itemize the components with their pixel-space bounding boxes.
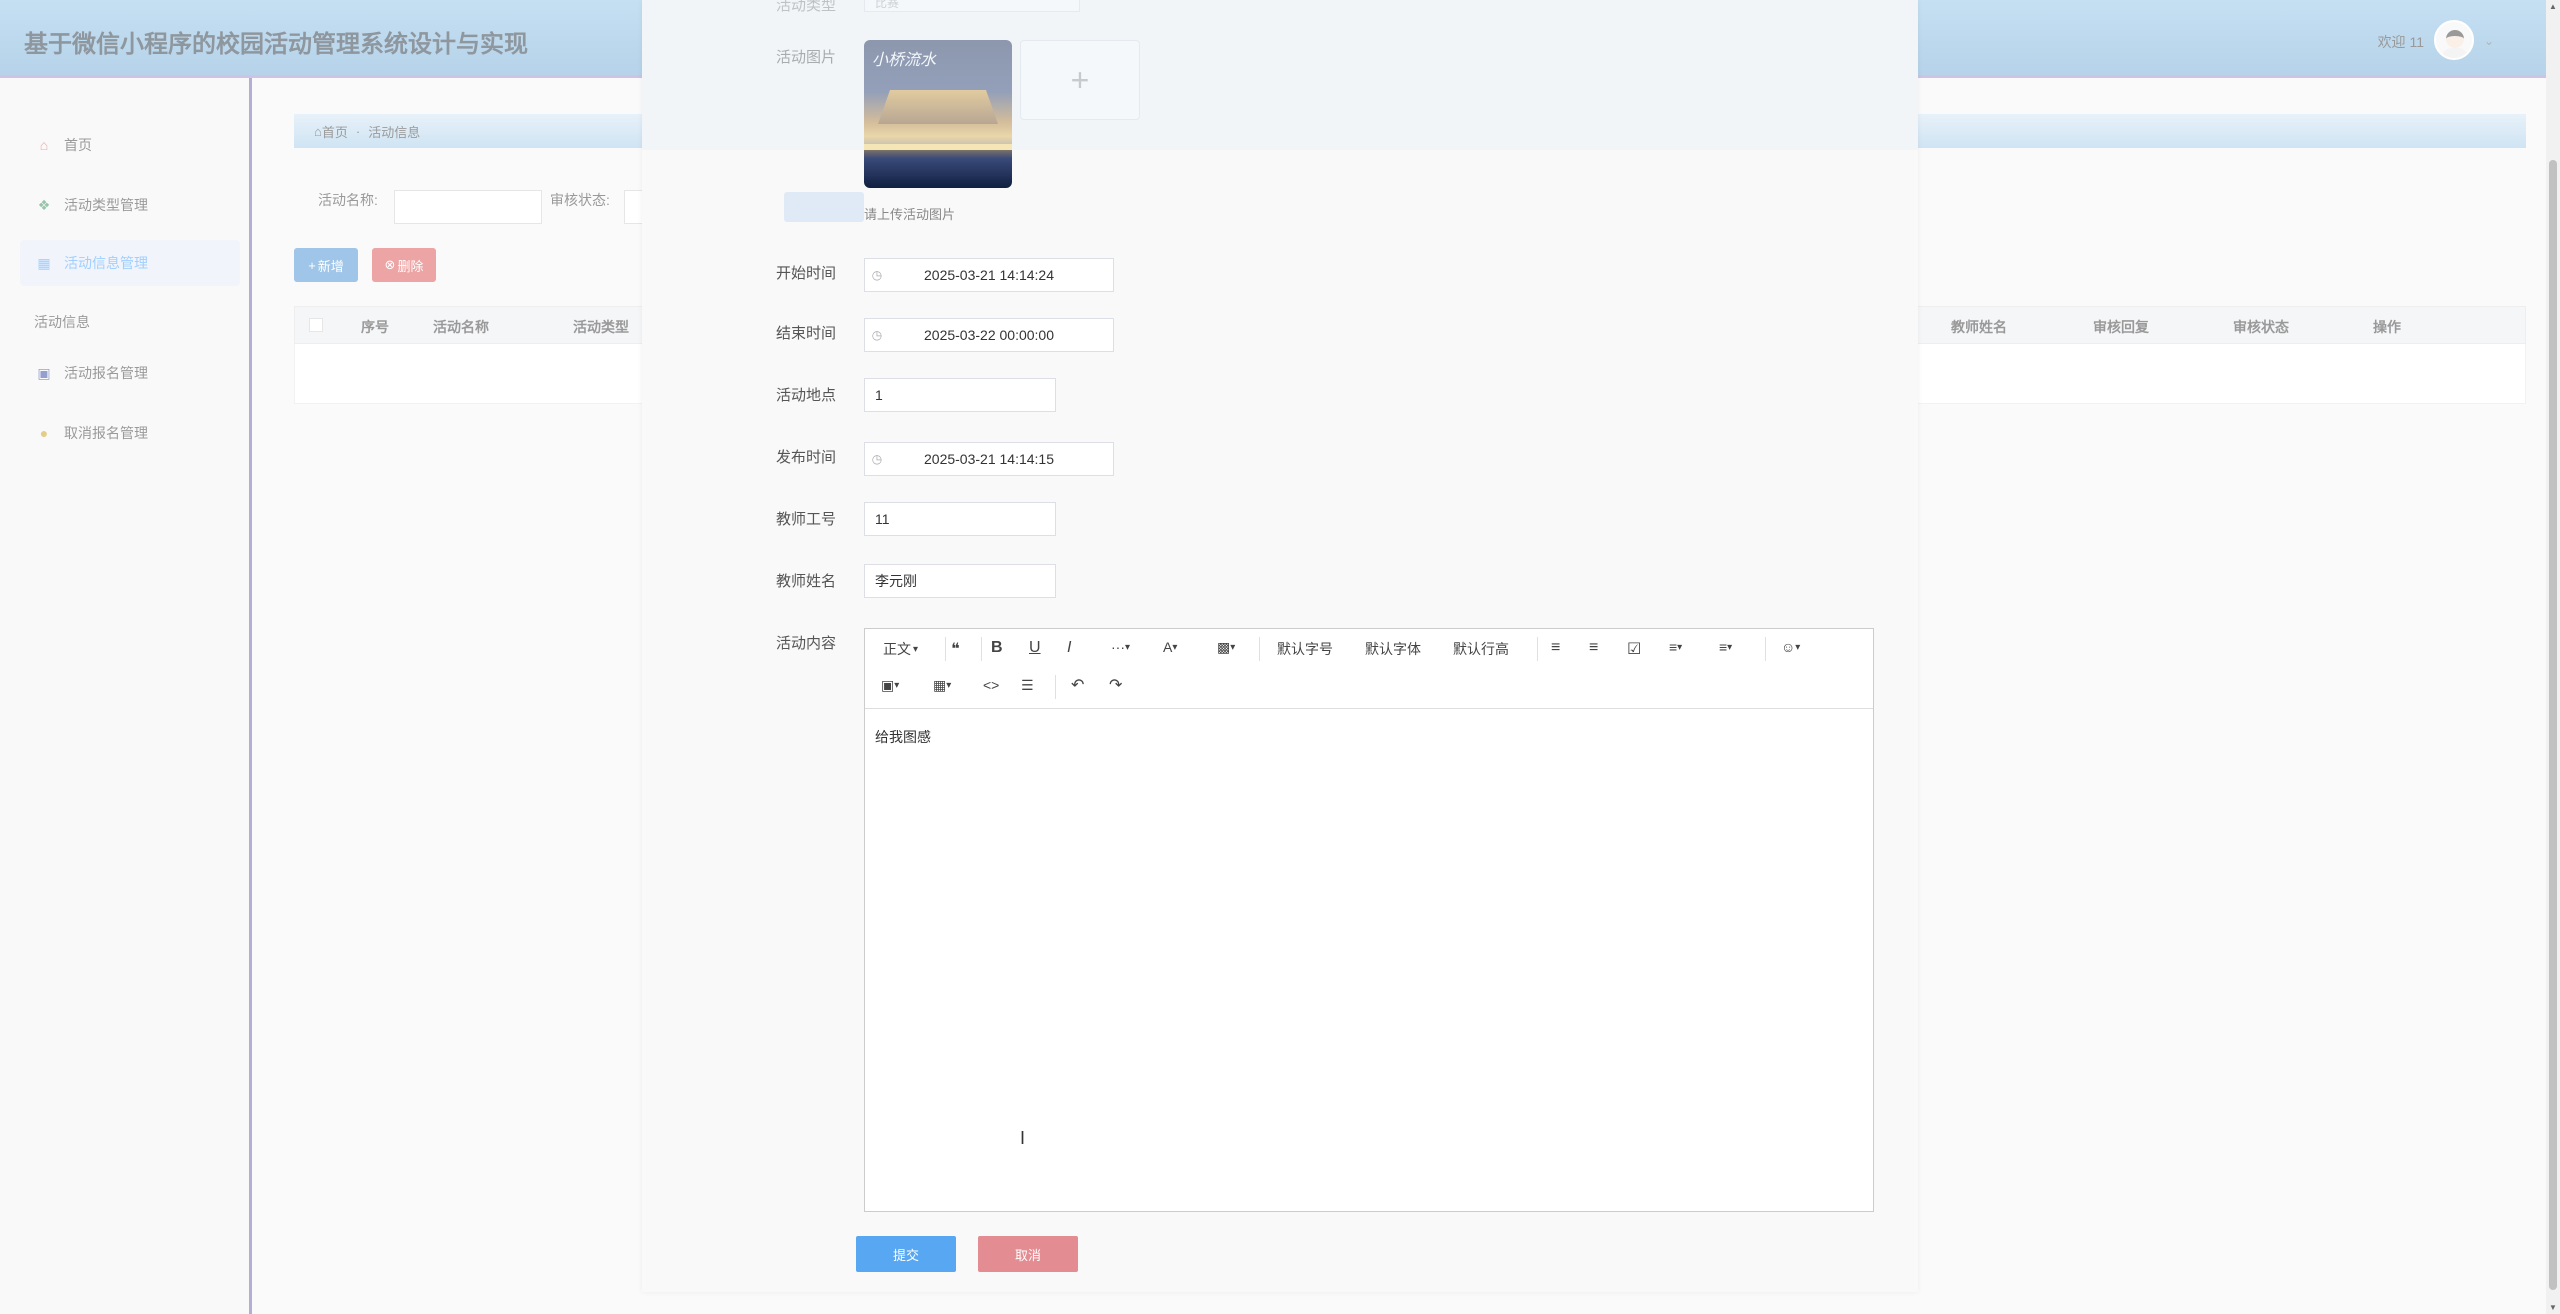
scrollbar-thumb[interactable] — [2549, 160, 2557, 1290]
edit-dialog: 活动类型 比赛 活动图片 小桥流水 + 请上传活动图片 开始时间 ◷ 2025-… — [642, 0, 1918, 1292]
location-input[interactable]: 1 — [864, 378, 1056, 412]
clock-icon: ◷ — [871, 268, 883, 282]
toolbar-divider — [1259, 637, 1260, 661]
content-label: 活动内容 — [776, 635, 837, 652]
publish-time-picker[interactable]: ◷ 2025-03-21 14:14:15 — [864, 442, 1114, 476]
activity-image-thumbnail[interactable]: 小桥流水 — [864, 40, 1012, 188]
scroll-up-icon[interactable]: ▲ — [2549, 2, 2557, 11]
publish-time-label: 发布时间 — [776, 449, 837, 466]
table-icon[interactable]: ▦ ▾ — [933, 677, 951, 694]
rich-text-editor: 正文 ▾ ❝ B U I ··· ▾ A ▾ ▩ ▾ 默认字号 默认字体 默认行高 ≡ … — [864, 628, 1874, 1212]
font-family-dropdown[interactable]: 默认字体 — [1365, 639, 1421, 659]
image-building — [878, 90, 998, 124]
code-icon[interactable]: <> — [983, 677, 999, 693]
divider-icon[interactable]: ☰ — [1021, 677, 1034, 694]
toolbar-divider — [981, 637, 982, 661]
line-height-dropdown[interactable]: 默认行高 — [1453, 639, 1509, 659]
toolbar-divider — [1765, 637, 1766, 661]
toolbar-divider — [1055, 675, 1056, 699]
editor-toolbar: 正文 ▾ ❝ B U I ··· ▾ A ▾ ▩ ▾ 默认字号 默认字体 默认行高 ≡ … — [865, 629, 1873, 709]
text-cursor-icon: I — [1020, 1128, 1026, 1148]
end-time-picker[interactable]: ◷ 2025-03-22 00:00:00 — [864, 318, 1114, 352]
scroll-down-icon[interactable]: ▼ — [2549, 1303, 2557, 1312]
image-caption: 小桥流水 — [872, 50, 937, 69]
more-icon[interactable]: ··· ▾ — [1111, 639, 1130, 655]
clock-icon: ◷ — [871, 328, 883, 342]
cancel-button[interactable]: 取消 — [978, 1236, 1078, 1272]
toolbar-divider — [945, 637, 946, 661]
background-search-button — [784, 192, 864, 222]
start-time-value: 2025-03-21 14:14:24 — [924, 267, 1054, 283]
toolbar-divider — [1537, 637, 1538, 661]
font-size-dropdown[interactable]: 默认字号 — [1277, 639, 1333, 659]
location-label: 活动地点 — [776, 387, 837, 404]
todo-list-icon[interactable]: ☑ — [1627, 639, 1641, 659]
submit-button[interactable]: 提交 — [856, 1236, 956, 1272]
paragraph-dropdown[interactable]: 正文 ▾ — [883, 639, 918, 659]
align-icon[interactable]: ≡ ▾ — [1669, 639, 1682, 655]
start-time-label: 开始时间 — [776, 265, 837, 282]
font-color-icon[interactable]: A ▾ — [1163, 639, 1177, 655]
undo-icon[interactable]: ↶ — [1071, 675, 1084, 695]
image-hint: 请上传活动图片 — [864, 207, 956, 222]
quote-icon[interactable]: ❝ — [951, 639, 960, 659]
start-time-picker[interactable]: ◷ 2025-03-21 14:14:24 — [864, 258, 1114, 292]
redo-icon[interactable]: ↷ — [1109, 675, 1122, 695]
end-time-label: 结束时间 — [776, 325, 837, 342]
publish-time-value: 2025-03-21 14:14:15 — [924, 451, 1054, 467]
teacher-id-label: 教师工号 — [776, 511, 837, 528]
image-icon[interactable]: ▣ ▾ — [881, 677, 899, 694]
teacher-name-label: 教师姓名 — [776, 573, 837, 590]
teacher-name-input[interactable]: 李元刚 — [864, 564, 1056, 598]
clock-icon: ◷ — [871, 452, 883, 466]
image-lights — [864, 144, 1012, 150]
page-scrollbar[interactable]: ▲ ▼ — [2546, 0, 2560, 1314]
end-time-value: 2025-03-22 00:00:00 — [924, 327, 1054, 343]
emoji-icon[interactable]: ☺ ▾ — [1781, 639, 1800, 655]
italic-icon[interactable]: I — [1067, 639, 1071, 657]
bold-icon[interactable]: B — [991, 639, 1003, 657]
bullet-list-icon[interactable]: ≡ — [1551, 639, 1560, 657]
underline-icon[interactable]: U — [1029, 639, 1041, 657]
type-select[interactable]: 比赛 — [864, 0, 1080, 12]
background-color-icon[interactable]: ▩ ▾ — [1217, 639, 1235, 656]
image-label: 活动图片 — [776, 49, 837, 66]
numbered-list-icon[interactable]: ≡ — [1589, 639, 1598, 657]
upload-button[interactable]: + — [1020, 40, 1140, 120]
type-label: 活动类型 — [776, 0, 837, 14]
indent-icon[interactable]: ≡ ▾ — [1719, 639, 1732, 655]
paragraph-label: 正文 — [883, 641, 911, 657]
editor-content[interactable]: 给我图感 — [875, 727, 931, 747]
plus-icon: + — [1070, 61, 1090, 98]
teacher-id-input[interactable]: 11 — [864, 502, 1056, 536]
